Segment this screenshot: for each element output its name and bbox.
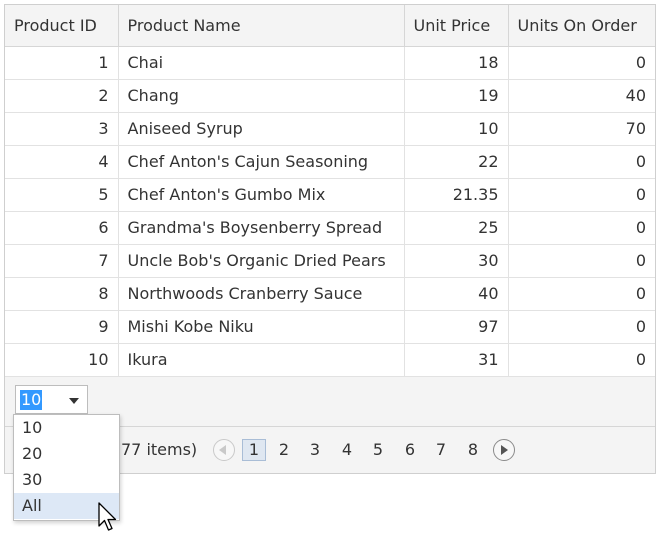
- cell-product-id: 7: [5, 244, 118, 278]
- cell-units-on-order: 0: [507, 277, 655, 311]
- page-button-4[interactable]: 4: [335, 439, 359, 461]
- cell-product-id: 1: [5, 46, 118, 80]
- cell-unit-price: 97: [403, 310, 508, 344]
- cell-product-name: Ikura: [117, 343, 404, 377]
- cell-product-id: 8: [5, 277, 118, 311]
- cell-units-on-order: 0: [507, 178, 655, 212]
- page-button-7[interactable]: 7: [429, 439, 453, 461]
- cell-units-on-order: 70: [507, 112, 655, 146]
- cell-product-name: Chang: [117, 79, 404, 113]
- table-row[interactable]: 9 Mishi Kobe Niku 97 0: [5, 310, 655, 344]
- table-row[interactable]: 6 Grandma's Boysenberry Spread 25 0: [5, 211, 655, 245]
- cell-unit-price: 40: [403, 277, 508, 311]
- cell-product-name: Aniseed Syrup: [117, 112, 404, 146]
- cell-unit-price: 10: [403, 112, 508, 146]
- column-header-unit-price[interactable]: Unit Price: [403, 5, 508, 47]
- table-row[interactable]: 3 Aniseed Syrup 10 70: [5, 112, 655, 146]
- mouse-pointer-icon: [98, 502, 117, 531]
- cell-units-on-order: 0: [507, 343, 655, 377]
- cell-unit-price: 22: [403, 145, 508, 179]
- cell-product-name: Mishi Kobe Niku: [117, 310, 404, 344]
- cell-units-on-order: 0: [507, 310, 655, 344]
- page-size-dropdown[interactable]: 10: [15, 385, 88, 414]
- cell-product-name: Uncle Bob's Organic Dried Pears: [117, 244, 404, 278]
- cell-units-on-order: 40: [507, 79, 655, 113]
- grid-table: Product ID Product Name Unit Price Units…: [5, 5, 655, 377]
- page-button-3[interactable]: 3: [303, 439, 327, 461]
- cell-units-on-order: 0: [507, 244, 655, 278]
- table-row[interactable]: 2 Chang 19 40: [5, 79, 655, 113]
- table-row[interactable]: 8 Northwoods Cranberry Sauce 40 0: [5, 277, 655, 311]
- page-button-1[interactable]: 1: [242, 439, 266, 461]
- table-row[interactable]: 1 Chai 18 0: [5, 46, 655, 80]
- cell-units-on-order: 0: [507, 145, 655, 179]
- page-size-option-30[interactable]: 30: [14, 467, 119, 493]
- cell-product-name: Grandma's Boysenberry Spread: [117, 211, 404, 245]
- cell-product-id: 4: [5, 145, 118, 179]
- cell-unit-price: 31: [403, 343, 508, 377]
- cell-product-id: 5: [5, 178, 118, 212]
- column-header-product-name[interactable]: Product Name: [117, 5, 404, 47]
- cell-product-id: 3: [5, 112, 118, 146]
- cell-units-on-order: 0: [507, 211, 655, 245]
- table-row[interactable]: 4 Chef Anton's Cajun Seasoning 22 0: [5, 145, 655, 179]
- cell-unit-price: 25: [403, 211, 508, 245]
- page-button-8[interactable]: 8: [461, 439, 485, 461]
- circle-right-arrow-icon[interactable]: [493, 439, 515, 461]
- header-row: Product ID Product Name Unit Price Units…: [5, 5, 655, 47]
- cell-product-id: 6: [5, 211, 118, 245]
- cell-product-id: 2: [5, 79, 118, 113]
- page-size-value: 10: [20, 390, 43, 410]
- page-size-option-10[interactable]: 10: [14, 415, 119, 441]
- column-header-product-id[interactable]: Product ID: [5, 5, 118, 47]
- circle-left-arrow-icon[interactable]: [213, 439, 235, 461]
- page-button-2[interactable]: 2: [272, 439, 296, 461]
- page-size-option-20[interactable]: 20: [14, 441, 119, 467]
- cell-unit-price: 30: [403, 244, 508, 278]
- column-header-units-on-order[interactable]: Units On Order: [507, 5, 655, 47]
- page-button-5[interactable]: 5: [366, 439, 390, 461]
- table-row[interactable]: 7 Uncle Bob's Organic Dried Pears 30 0: [5, 244, 655, 278]
- caret-down-icon[interactable]: [69, 398, 79, 404]
- cell-unit-price: 21.35: [403, 178, 508, 212]
- data-grid: Product ID Product Name Unit Price Units…: [4, 4, 656, 474]
- page-button-6[interactable]: 6: [398, 439, 422, 461]
- cell-product-id: 9: [5, 310, 118, 344]
- table-row[interactable]: 5 Chef Anton's Gumbo Mix 21.35 0: [5, 178, 655, 212]
- cell-product-name: Chai: [117, 46, 404, 80]
- cell-units-on-order: 0: [507, 46, 655, 80]
- cell-product-name: Northwoods Cranberry Sauce: [117, 277, 404, 311]
- cell-product-id: 10: [5, 343, 118, 377]
- cell-unit-price: 19: [403, 79, 508, 113]
- cell-product-name: Chef Anton's Gumbo Mix: [117, 178, 404, 212]
- cell-unit-price: 18: [403, 46, 508, 80]
- cell-product-name: Chef Anton's Cajun Seasoning: [117, 145, 404, 179]
- pager-info: 77 items): [121, 440, 198, 459]
- table-row[interactable]: 10 Ikura 31 0: [5, 343, 655, 377]
